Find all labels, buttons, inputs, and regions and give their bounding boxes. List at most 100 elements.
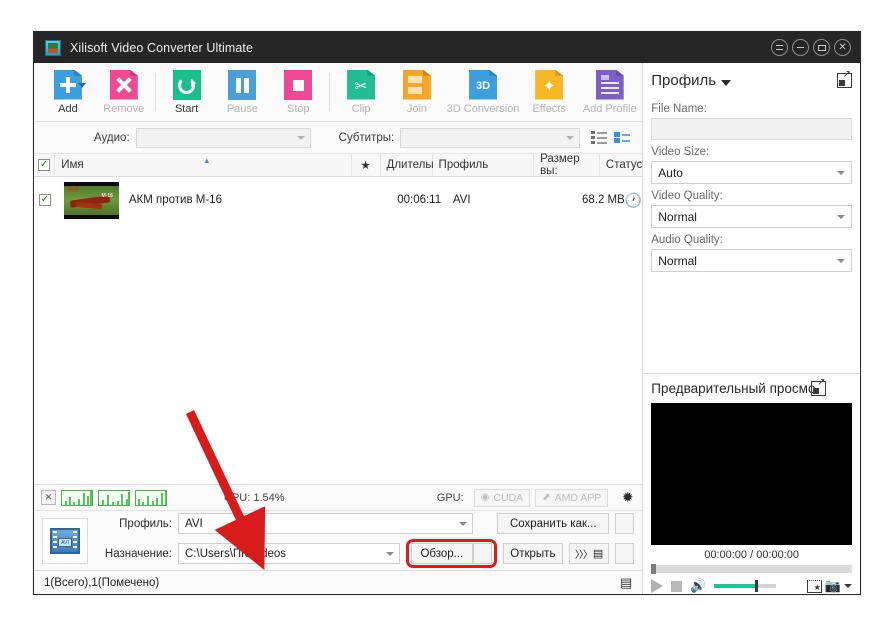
expand-preview-icon[interactable] [811,381,826,396]
file-name-label: File Name: [651,103,852,115]
toolbar-button-add-profile[interactable]: Add Profile [577,64,642,121]
video-thumbnail: АКМ М-16 [64,182,119,219]
save-as-dropdown-button[interactable] [615,513,634,534]
status-count-text: 1(Всего),1(Помечено) [44,577,159,589]
header-label-size: Размер вы: [540,153,599,177]
toolbar-button-pause[interactable]: Pause [215,64,271,121]
cuda-toggle-button[interactable]: ◉ CUDA [474,489,531,507]
toolbar-button-stop[interactable]: Stop [270,64,326,121]
header-column-duration[interactable]: Длителы [381,154,433,177]
stop-icon[interactable] [671,581,682,592]
header-column-size[interactable]: Размер вы: [534,154,600,177]
row-checkbox[interactable]: ✓ [39,194,51,206]
header-select-all[interactable]: ✓ [34,154,55,177]
browse-button[interactable]: Обзор... [411,543,473,564]
toolbar-button-add[interactable]: Add [40,64,96,121]
video-quality-value: Normal [658,210,697,224]
toolbar-button-3d-conversion[interactable]: 3D 3D Conversion [445,64,521,121]
volume-slider[interactable] [714,584,776,588]
toolbar-label-3d-conversion: 3D Conversion [447,103,520,115]
send-arrows-icon: 〉〉〉 [575,546,592,561]
maximize-button[interactable] [813,39,830,56]
toolbar-label-add-profile: Add Profile [583,103,637,115]
video-size-select[interactable]: Auto [651,161,852,184]
menu-button[interactable] [771,39,788,56]
amd-app-toggle-button[interactable]: ⬈ AMD APP [535,489,608,507]
video-size-value: Auto [658,166,683,180]
header-label-name: Имя [61,159,83,171]
toolbar-button-remove[interactable]: Remove [96,64,152,121]
gpu-label: GPU: [437,492,464,504]
profile-value: AVI [185,518,203,530]
audio-label: Аудио: [94,132,130,144]
close-button[interactable]: ✕ [834,39,851,56]
send-to-device-button[interactable]: 〉〉〉 ▤ [569,543,609,564]
select-all-checkbox[interactable]: ✓ [38,159,50,171]
file-list-header: ✓ Имя ▲ ★ Длителы Профиль Размер вы: [34,154,642,177]
target-path-value: C:\Users\ПК\Videos [185,548,286,560]
preview-panel-header: Предварительный просмо [643,373,860,403]
save-as-button[interactable]: Сохранить как... [497,513,609,534]
app-logo-icon [45,40,61,56]
toolbar-button-clip[interactable]: ✂ Clip [333,64,389,121]
cuda-label: CUDA [493,492,523,504]
header-column-star[interactable]: ★ [352,154,381,177]
toolbar-button-join[interactable]: Join [389,64,445,121]
open-folder-button[interactable]: Открыть [503,543,563,564]
send-to-device-icon: ▤ [593,547,603,560]
camera-dropdown-caret[interactable] [844,584,852,588]
close-panel-icon[interactable]: ✕ [41,490,56,505]
list-view-icon[interactable] [591,131,607,144]
gear-icon[interactable]: ✹ [620,490,635,505]
toolbar-button-start[interactable]: Start [159,64,215,121]
toolbar-button-effects[interactable]: ✦ Effects [521,64,577,121]
cpu-usage-text: CPU: 1.54% [224,492,285,504]
right-column: Профиль File Name: Video Size: Auto Vide… [643,63,860,594]
file-name-input[interactable] [651,118,852,140]
title-bar: Xilisoft Video Converter Ultimate ✕ [34,32,860,63]
profile-select[interactable]: AVI [178,513,473,534]
cpu-graph [61,490,93,506]
browse-dropdown-button[interactable] [473,543,492,564]
target-path-input[interactable]: C:\Users\ПК\Videos [178,543,400,564]
cpu-gpu-bar: ✕ CPU: 1.54% GPU: ◉ CUDA ⬈ AMD [34,484,642,510]
track-filter-bar: Аудио: Субтитры: [34,122,642,154]
row-select-cell[interactable]: ✓ [34,194,56,206]
seek-handle[interactable] [651,564,656,574]
audio-quality-select[interactable]: Normal [651,249,852,272]
preview-seek-bar[interactable] [651,565,852,573]
header-column-name[interactable]: Имя ▲ [55,154,351,177]
file-list-body[interactable]: ✓ АКМ М-16 АКМ против М-16 00:06:11 AVI … [34,177,642,484]
subtitle-track-select[interactable] [400,128,580,148]
main-toolbar: Add Remove Start Pause [34,63,642,122]
list-detail-icon[interactable]: ▤ [620,575,632,591]
toolbar-divider-1 [155,73,156,111]
cpu-graph [98,490,130,506]
send-dropdown-button[interactable] [615,543,634,564]
audio-quality-value: Normal [658,254,697,268]
camera-icon[interactable]: 📷 [825,578,841,594]
audio-track-select[interactable] [136,128,311,148]
destination-panel: AVI Профиль: AVI Сохранить как... [34,510,642,570]
row-duration: 00:06:11 [397,194,453,206]
video-quality-select[interactable]: Normal [651,205,852,228]
window-title: Xilisoft Video Converter Ultimate [70,41,253,55]
toolbar-label-effects: Effects [532,103,565,115]
header-column-status[interactable]: Статус [600,154,642,177]
expand-panel-icon[interactable] [837,73,852,88]
preview-screen[interactable] [651,403,852,545]
toolbar-label-stop: Stop [287,103,310,115]
table-row[interactable]: ✓ АКМ М-16 АКМ против М-16 00:06:11 AVI … [34,177,642,223]
header-column-profile[interactable]: Профиль [433,154,535,177]
snapshot-favorite-icon[interactable]: ★ [807,580,822,593]
status-bar: 1(Всего),1(Помечено) ▤ [34,570,642,594]
toolbar-label-clip: Clip [352,103,371,115]
profile-dropdown-caret[interactable] [721,80,731,86]
volume-icon[interactable]: 🔊 [690,578,706,594]
thumbnail-view-icon[interactable] [614,132,630,143]
minimize-button[interactable] [792,39,809,56]
target-label: Назначение: [96,548,172,560]
header-label-duration: Длителы [387,159,434,171]
add-dropdown-caret[interactable] [78,83,86,88]
play-icon[interactable] [651,579,663,593]
